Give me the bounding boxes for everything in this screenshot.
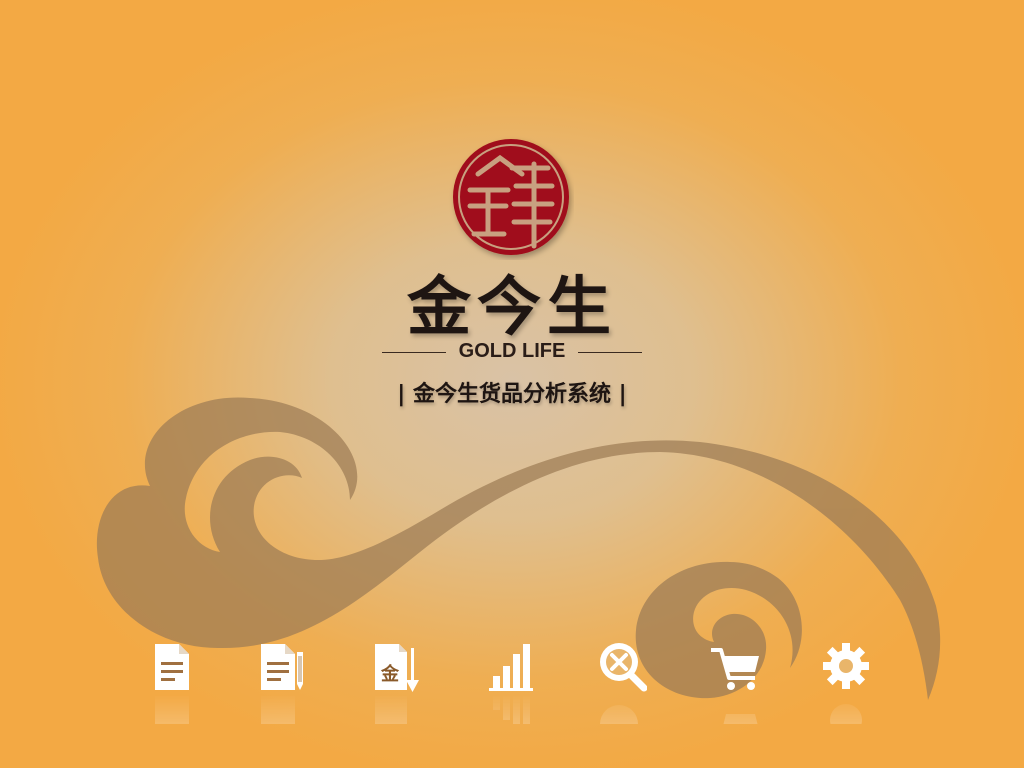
shopping-cart-button[interactable] (704, 636, 764, 728)
edit-document-icon (261, 644, 303, 690)
settings-button[interactable] (816, 636, 876, 728)
bar-chart-button[interactable] (478, 636, 538, 728)
svg-text:金: 金 (380, 663, 400, 685)
shopping-cart-icon (711, 648, 759, 690)
document-icon (155, 644, 189, 690)
divider-right (578, 352, 642, 353)
system-subtitle: | 金今生货品分析系统 | (397, 382, 627, 407)
bar-chart-icon (489, 644, 533, 691)
main-toolbar: 金 (0, 636, 1024, 736)
gold-life-seal-logo (453, 139, 569, 255)
document-button[interactable] (142, 636, 202, 728)
gear-icon (823, 643, 869, 689)
search-cancel-icon (600, 643, 647, 692)
gold-document-icon: 金 (375, 644, 419, 692)
brand-english-row: GOLD LIFE (380, 338, 644, 366)
edit-document-button[interactable] (252, 636, 312, 728)
gold-document-button[interactable]: 金 (364, 636, 424, 728)
search-cancel-button[interactable] (592, 636, 652, 728)
brand-chinese-name: 金今生 (407, 270, 617, 345)
